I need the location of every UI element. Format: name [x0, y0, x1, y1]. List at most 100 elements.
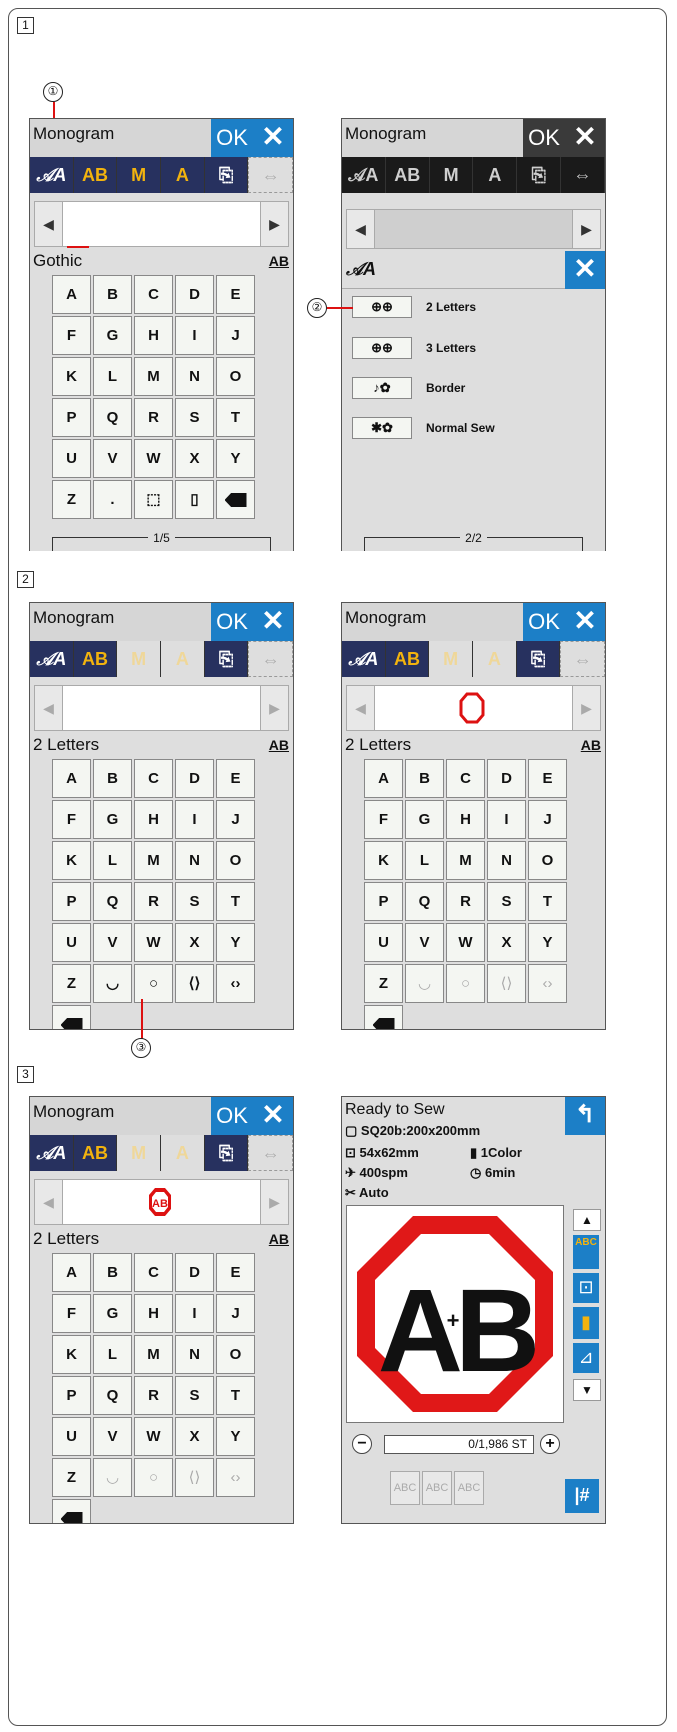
menu-item-normal-sew[interactable]: ✱✿ Normal Sew [352, 417, 495, 439]
key[interactable]: D [175, 759, 214, 798]
border-key[interactable]: ◡ [93, 964, 132, 1003]
key[interactable]: Q [93, 882, 132, 921]
key[interactable]: V [93, 923, 132, 962]
border-key[interactable]: ○ [134, 964, 173, 1003]
key[interactable]: N [175, 357, 214, 396]
key[interactable]: V [93, 1417, 132, 1456]
key[interactable]: L [405, 841, 444, 880]
key[interactable]: C [134, 1253, 173, 1292]
key[interactable]: S [175, 398, 214, 437]
key[interactable]: J [216, 316, 255, 355]
key[interactable]: A [52, 275, 91, 314]
font-menu-icon[interactable]: 𝒜A [30, 157, 74, 193]
key[interactable]: S [487, 882, 526, 921]
key[interactable]: R [134, 882, 173, 921]
key[interactable]: Y [528, 923, 567, 962]
key[interactable]: P [52, 398, 91, 437]
delete-icon[interactable] [216, 480, 255, 519]
key[interactable]: B [93, 759, 132, 798]
text-input[interactable]: ◀ ▶ [34, 201, 289, 248]
key[interactable]: D [175, 1253, 214, 1292]
key[interactable]: H [446, 800, 485, 839]
popup-close-button[interactable]: ✕ [565, 251, 605, 289]
key[interactable]: I [175, 316, 214, 355]
key[interactable]: D [175, 275, 214, 314]
key[interactable]: E [216, 275, 255, 314]
key[interactable]: E [528, 759, 567, 798]
key[interactable]: Y [216, 923, 255, 962]
key[interactable]: C [134, 759, 173, 798]
key[interactable]: H [134, 316, 173, 355]
ok-button[interactable]: OK [211, 119, 253, 157]
key[interactable]: F [52, 1294, 91, 1333]
key[interactable]: A [52, 1253, 91, 1292]
key[interactable]: P [52, 1376, 91, 1415]
key[interactable]: G [93, 1294, 132, 1333]
key[interactable]: O [216, 841, 255, 880]
text-input[interactable]: ◀ ▶ [346, 685, 601, 731]
close-button[interactable]: ✕ [565, 603, 605, 641]
key[interactable]: E [216, 759, 255, 798]
key[interactable]: W [134, 923, 173, 962]
arrow-left-icon[interactable]: ◀ [35, 202, 63, 246]
delete-icon[interactable] [364, 1005, 403, 1029]
close-button[interactable]: ✕ [253, 119, 293, 157]
key[interactable]: L [93, 841, 132, 880]
key[interactable]: I [175, 1294, 214, 1333]
key[interactable]: B [93, 275, 132, 314]
key[interactable]: O [528, 841, 567, 880]
key[interactable]: U [364, 923, 403, 962]
key[interactable]: U [52, 439, 91, 478]
key[interactable]: O [216, 357, 255, 396]
edit-icon[interactable]: ⎘ [204, 157, 249, 193]
key[interactable]: T [528, 882, 567, 921]
key[interactable]: B [405, 759, 444, 798]
key[interactable]: . [93, 480, 132, 519]
case-icon[interactable]: A [161, 157, 205, 193]
key[interactable]: M [134, 357, 173, 396]
key[interactable]: O [216, 1335, 255, 1374]
font-menu-icon[interactable]: 𝒜A [30, 1135, 74, 1171]
arrow-right-icon[interactable]: ▶ [260, 202, 288, 246]
edit-icon[interactable]: ⎘ [204, 641, 249, 677]
key[interactable]: L [93, 1335, 132, 1374]
minus-icon[interactable]: − [352, 1434, 372, 1454]
key[interactable]: V [93, 439, 132, 478]
back-button[interactable]: ↰ [565, 1097, 605, 1135]
text-input[interactable]: ◀ ▶ AB [34, 1179, 289, 1225]
ok-button[interactable]: OK [523, 603, 565, 641]
close-button[interactable]: ✕ [253, 1097, 293, 1135]
size-icon[interactable]: M [117, 157, 162, 193]
key[interactable]: M [134, 841, 173, 880]
key[interactable]: F [364, 800, 403, 839]
font-menu-icon[interactable]: 𝒜A [30, 641, 74, 677]
key[interactable]: F [52, 800, 91, 839]
key[interactable]: X [487, 923, 526, 962]
angle-icon[interactable]: ⊿ [573, 1343, 599, 1373]
scroll-up-button[interactable]: ▲ [573, 1209, 601, 1231]
key[interactable]: N [175, 841, 214, 880]
plus-icon[interactable]: + [540, 1434, 560, 1454]
border-key[interactable]: ‹› [216, 964, 255, 1003]
key[interactable]: H [134, 1294, 173, 1333]
key[interactable]: X [175, 439, 214, 478]
rotate-frame-icon[interactable]: ⊡ [573, 1273, 599, 1303]
key[interactable]: R [134, 1376, 173, 1415]
key[interactable]: I [175, 800, 214, 839]
menu-item-2-letters[interactable]: ⊕⊕ 2 Letters [352, 296, 476, 318]
color-spool-icon[interactable]: ▮ [573, 1307, 599, 1339]
key[interactable]: J [216, 800, 255, 839]
key[interactable]: K [52, 841, 91, 880]
key[interactable]: U [52, 923, 91, 962]
key[interactable]: V [405, 923, 444, 962]
font-menu-icon[interactable]: 𝒜A [342, 641, 386, 677]
key[interactable]: D [487, 759, 526, 798]
key[interactable]: X [175, 1417, 214, 1456]
key[interactable]: T [216, 882, 255, 921]
key[interactable]: F [52, 316, 91, 355]
key[interactable]: B [93, 1253, 132, 1292]
spacing-icon[interactable]: ⇔ [248, 157, 293, 193]
delete-icon[interactable] [52, 1005, 91, 1029]
key[interactable]: I [487, 800, 526, 839]
menu-item-3-letters[interactable]: ⊕⊕ 3 Letters [352, 337, 476, 359]
